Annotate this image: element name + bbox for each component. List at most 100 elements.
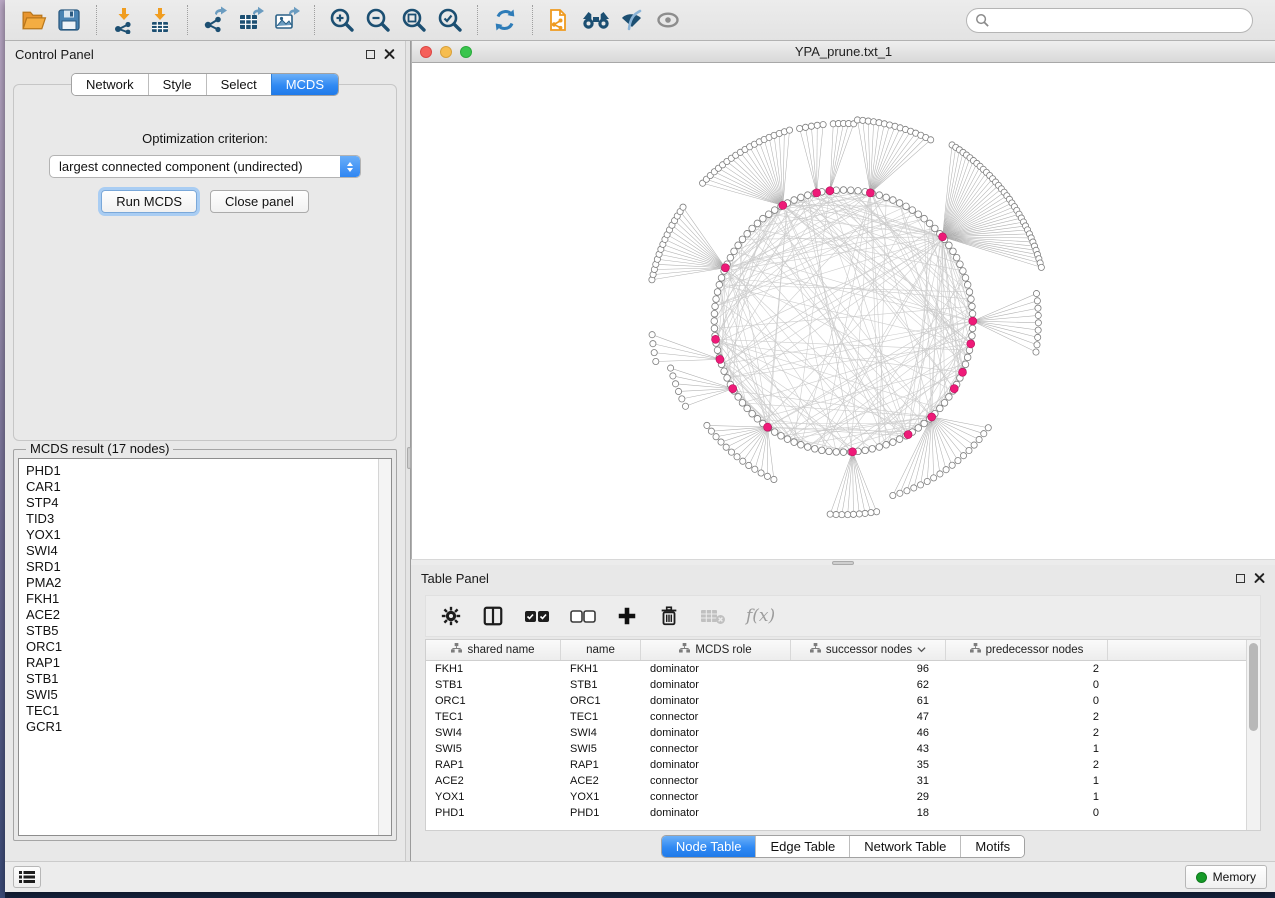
list-item[interactable]: ORC1 — [26, 639, 378, 655]
close-panel-button[interactable]: Close panel — [210, 190, 309, 213]
table-cell[interactable]: SWI5 — [561, 741, 641, 757]
table-cell[interactable]: YOX1 — [426, 789, 561, 805]
tab-select[interactable]: Select — [206, 74, 271, 95]
deselect-all-icon[interactable] — [570, 608, 596, 624]
table-cell[interactable]: TEC1 — [561, 709, 641, 725]
table-row[interactable]: ORC1ORC1dominator610 — [426, 693, 1246, 709]
tab-motifs[interactable]: Motifs — [960, 836, 1024, 857]
table-cell[interactable]: 62 — [791, 677, 946, 693]
export-table-icon[interactable] — [233, 3, 269, 37]
vertical-splitter[interactable] — [405, 41, 411, 861]
table-row[interactable]: YOX1YOX1connector291 — [426, 789, 1246, 805]
list-item[interactable]: ACE2 — [26, 607, 378, 623]
table-row[interactable]: SWI4SWI4dominator462 — [426, 725, 1246, 741]
table-scrollbar[interactable] — [1246, 640, 1260, 830]
table-row[interactable]: FKH1FKH1dominator962 — [426, 661, 1246, 677]
table-cell[interactable]: 1 — [946, 789, 1108, 805]
table-cell[interactable]: dominator — [641, 805, 791, 821]
table-cell[interactable]: dominator — [641, 677, 791, 693]
network-canvas[interactable] — [412, 63, 1275, 559]
table-cell[interactable]: YOX1 — [561, 789, 641, 805]
zoom-fit-icon[interactable] — [396, 3, 432, 37]
table-cell[interactable]: 2 — [946, 757, 1108, 773]
table-cell[interactable]: SWI5 — [426, 741, 561, 757]
column-header-mcds-role[interactable]: MCDS role — [641, 640, 791, 660]
splitter-grabber[interactable] — [832, 561, 854, 565]
float-panel-icon[interactable] — [366, 50, 375, 59]
list-item[interactable]: SRD1 — [26, 559, 378, 575]
column-header-shared-name[interactable]: shared name — [426, 640, 561, 660]
table-cell[interactable]: ORC1 — [426, 693, 561, 709]
close-panel-icon[interactable] — [384, 49, 395, 60]
mcds-list-scrollbar[interactable] — [378, 459, 391, 835]
network-search-box[interactable] — [966, 8, 1253, 33]
table-cell[interactable]: dominator — [641, 725, 791, 741]
table-cell[interactable]: SWI4 — [561, 725, 641, 741]
scrollbar-thumb[interactable] — [1249, 643, 1258, 731]
tab-node-table[interactable]: Node Table — [662, 836, 756, 857]
memory-button[interactable]: Memory — [1185, 865, 1267, 889]
hide-eye-icon[interactable] — [614, 3, 650, 37]
list-item[interactable]: YOX1 — [26, 527, 378, 543]
table-cell[interactable]: 31 — [791, 773, 946, 789]
table-cell[interactable]: 18 — [791, 805, 946, 821]
list-item[interactable]: PHD1 — [26, 463, 378, 479]
list-item[interactable]: GCR1 — [26, 719, 378, 735]
table-cell[interactable]: connector — [641, 789, 791, 805]
table-cell[interactable]: 47 — [791, 709, 946, 725]
add-row-icon[interactable] — [616, 605, 638, 627]
export-image-icon[interactable] — [269, 3, 305, 37]
table-cell[interactable]: STB1 — [426, 677, 561, 693]
table-cell[interactable]: ORC1 — [561, 693, 641, 709]
refresh-view-icon[interactable] — [487, 3, 523, 37]
table-cell[interactable]: 0 — [946, 677, 1108, 693]
table-cell[interactable]: dominator — [641, 757, 791, 773]
column-header-name[interactable]: name — [561, 640, 641, 660]
show-columns-icon[interactable] — [482, 605, 504, 627]
table-row[interactable]: ACE2ACE2connector311 — [426, 773, 1246, 789]
optimization-criterion-select[interactable]: largest connected component (undirected) — [49, 155, 361, 178]
table-cell[interactable]: TEC1 — [426, 709, 561, 725]
trash-icon[interactable] — [658, 605, 680, 627]
list-item[interactable]: SWI4 — [26, 543, 378, 559]
list-item[interactable]: CAR1 — [26, 479, 378, 495]
select-all-icon[interactable] — [524, 608, 550, 624]
table-cell[interactable]: 2 — [946, 661, 1108, 677]
column-header-successor-nodes[interactable]: successor nodes — [791, 640, 946, 660]
list-item[interactable]: TEC1 — [26, 703, 378, 719]
table-cell[interactable]: dominator — [641, 693, 791, 709]
table-cell[interactable]: 43 — [791, 741, 946, 757]
table-cell[interactable]: 61 — [791, 693, 946, 709]
column-header-predecessor-nodes[interactable]: predecessor nodes — [946, 640, 1108, 660]
horizontal-splitter[interactable] — [411, 559, 1275, 565]
save-session-icon[interactable] — [51, 3, 87, 37]
table-row[interactable]: RAP1RAP1dominator352 — [426, 757, 1246, 773]
list-item[interactable]: SWI5 — [26, 687, 378, 703]
panel-list-button[interactable] — [13, 866, 41, 888]
splitter-grabber[interactable] — [407, 447, 411, 469]
table-cell[interactable]: STB1 — [561, 677, 641, 693]
zoom-selected-icon[interactable] — [432, 3, 468, 37]
table-cell[interactable]: PHD1 — [426, 805, 561, 821]
close-panel-icon[interactable] — [1254, 573, 1265, 584]
list-item[interactable]: STB5 — [26, 623, 378, 639]
list-item[interactable]: STB1 — [26, 671, 378, 687]
network-graph[interactable] — [412, 63, 1275, 559]
list-item[interactable]: TID3 — [26, 511, 378, 527]
table-cell[interactable]: SWI4 — [426, 725, 561, 741]
table-cell[interactable]: 1 — [946, 741, 1108, 757]
gear-icon[interactable] — [440, 605, 462, 627]
import-network-icon[interactable] — [106, 3, 142, 37]
table-cell[interactable]: 2 — [946, 725, 1108, 741]
table-row[interactable]: PHD1PHD1dominator180 — [426, 805, 1246, 821]
float-panel-icon[interactable] — [1236, 574, 1245, 583]
import-table-icon[interactable] — [142, 3, 178, 37]
table-cell[interactable]: 35 — [791, 757, 946, 773]
run-mcds-button[interactable]: Run MCDS — [101, 190, 197, 213]
table-cell[interactable]: 0 — [946, 693, 1108, 709]
table-cell[interactable]: 0 — [946, 805, 1108, 821]
table-cell[interactable]: ACE2 — [561, 773, 641, 789]
table-cell[interactable]: 29 — [791, 789, 946, 805]
table-cell[interactable]: RAP1 — [561, 757, 641, 773]
open-file-icon[interactable] — [15, 3, 51, 37]
